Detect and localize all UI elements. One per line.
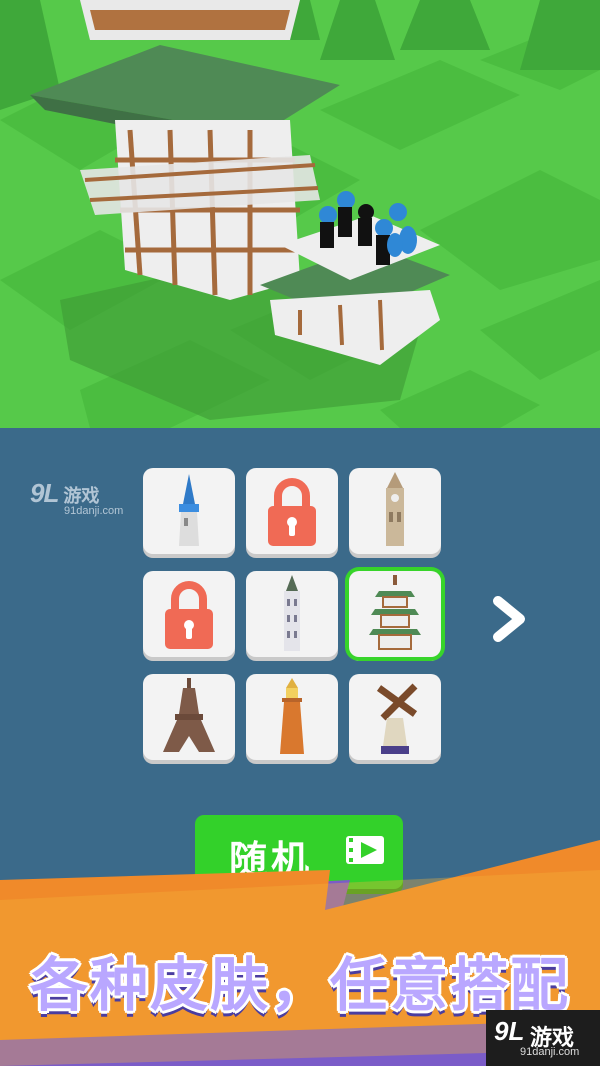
watermark-top: 9L 游戏 91danji.com xyxy=(30,478,123,517)
pagoda-tower-icon xyxy=(369,575,421,650)
skin-card-eiffel[interactable] xyxy=(143,674,235,760)
watermark-name: 游戏 xyxy=(63,486,100,507)
skin-card-pagoda[interactable] xyxy=(349,571,441,657)
watermark-url: 91danji.com xyxy=(64,505,124,517)
chevron-right-icon[interactable] xyxy=(490,595,530,643)
skin-card-clock-tower[interactable] xyxy=(349,468,441,554)
padlock-icon xyxy=(268,478,316,546)
clock-tower-icon xyxy=(386,472,404,546)
skin-card-lighthouse[interactable] xyxy=(246,674,338,760)
windmill-tower-icon xyxy=(376,683,418,754)
padlock-icon xyxy=(165,581,213,649)
skin-card-locked-2[interactable] xyxy=(143,571,235,657)
watermark-logo: 9L xyxy=(30,478,59,508)
eiffel-tower-icon xyxy=(163,678,215,752)
blue-spire-tower-icon xyxy=(179,474,199,546)
skin-card-gothic-tower[interactable] xyxy=(246,571,338,657)
skin-card-windmill[interactable] xyxy=(349,674,441,760)
gothic-tower-icon xyxy=(284,575,300,651)
watermark-logo-bottom: 9L xyxy=(494,1016,525,1046)
skin-card-blue-spire[interactable] xyxy=(143,468,235,554)
watermark-url-bottom: 91danji.com xyxy=(520,1046,580,1058)
skin-card-locked-1[interactable] xyxy=(246,468,338,554)
watermark-bottom: 9L 游戏 91danji.com xyxy=(486,1010,600,1066)
lighthouse-tower-icon xyxy=(280,678,304,754)
game-scene xyxy=(0,0,600,428)
